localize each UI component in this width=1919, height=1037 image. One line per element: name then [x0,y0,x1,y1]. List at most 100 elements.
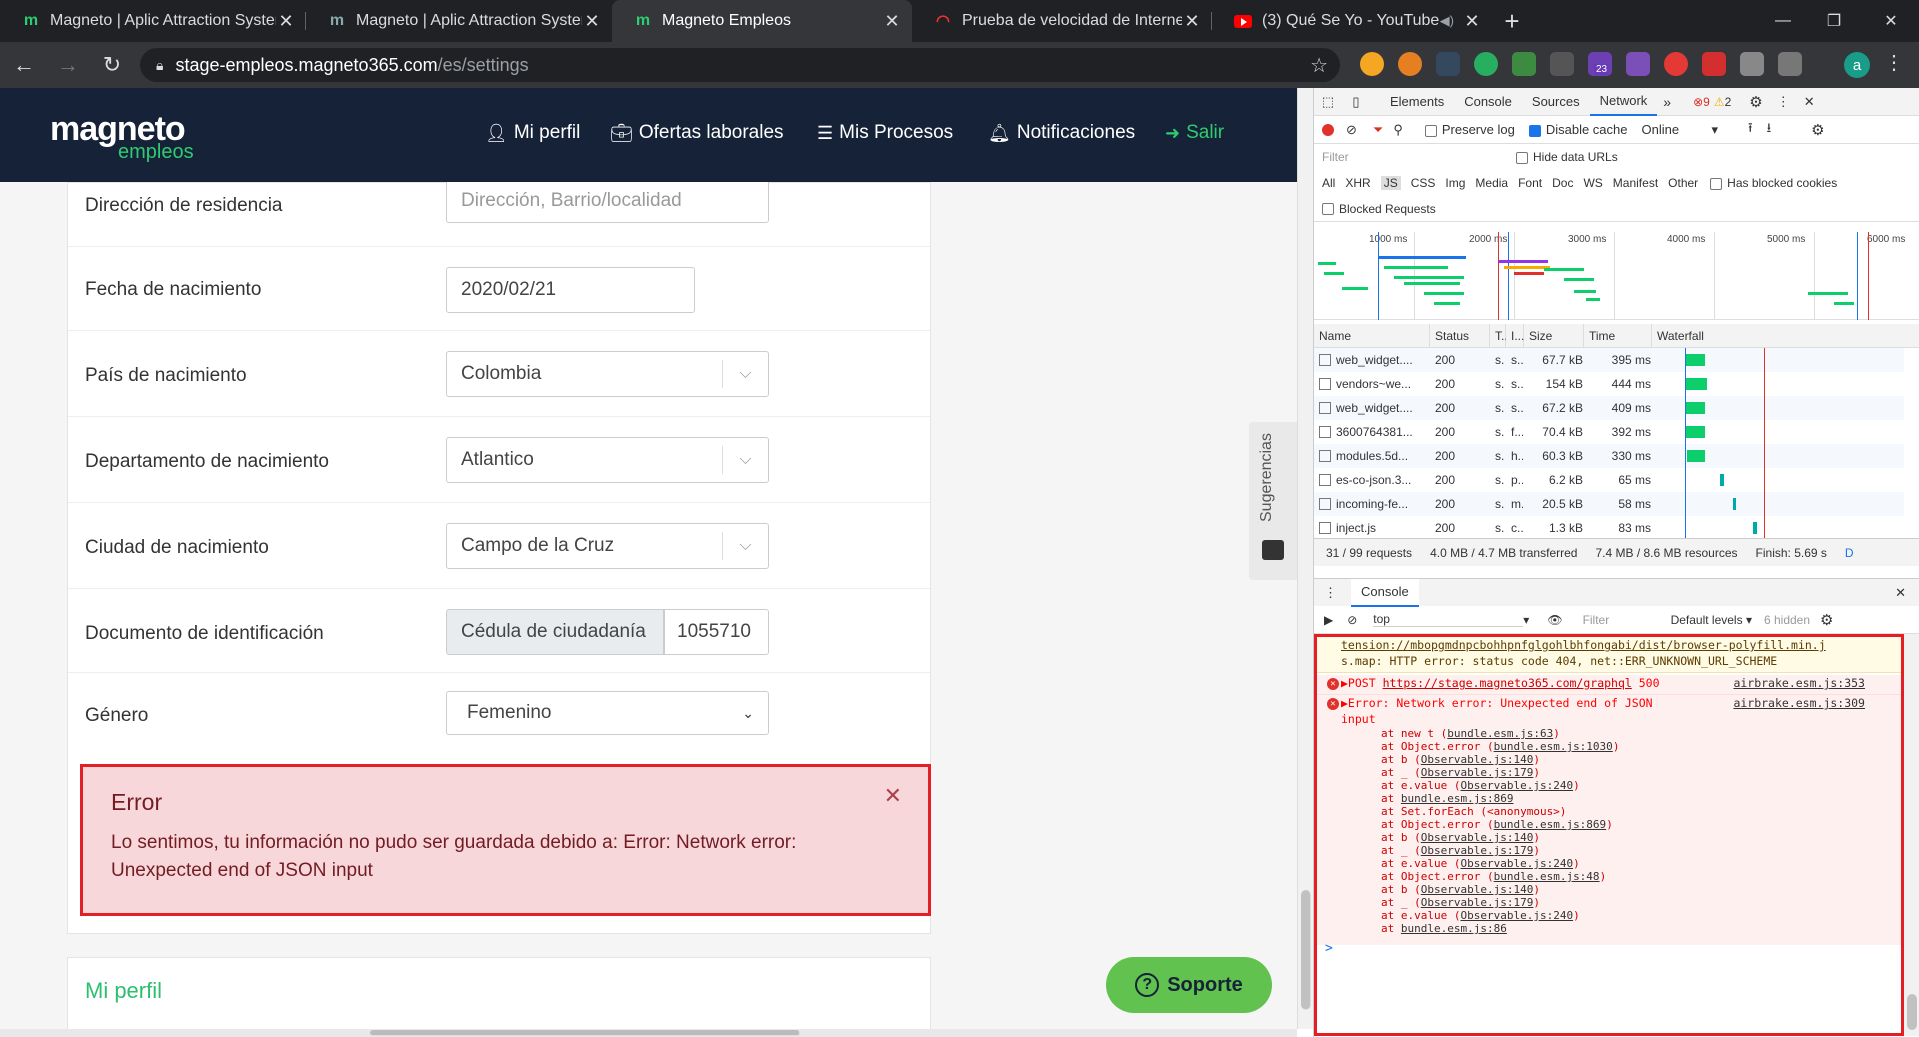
frame-source-link[interactable]: bundle.esm.js:869 [1494,818,1607,831]
frame-source-link[interactable]: bundle.esm.js:869 [1401,792,1514,805]
download-icon[interactable]: ⭳ [1767,119,1772,141]
frame-source-link[interactable]: Observable.js:140 [1421,883,1534,896]
frame-source-link[interactable]: Observable.js:140 [1421,831,1534,844]
chevron-down-icon[interactable]: ⌵ [722,446,768,474]
frame-source-link[interactable]: Observable.js:240 [1460,779,1573,792]
extensions-puzzle-icon[interactable] [1740,52,1764,76]
column-header-initiator[interactable]: I... [1506,324,1524,348]
type-filter-css[interactable]: CSS [1411,176,1436,190]
tab-console[interactable]: Console [1454,88,1522,116]
extension-icon[interactable] [1550,52,1574,76]
frame-source-link[interactable]: bundle.esm.js:86 [1401,922,1507,935]
drawer-menu-icon[interactable]: ⋮ [1324,585,1337,601]
frame-source-link[interactable]: bundle.esm.js:1030 [1494,740,1613,753]
close-icon[interactable]: ✕ [884,783,902,809]
type-filter-other[interactable]: Other [1668,176,1698,190]
frame-source-link[interactable]: bundle.esm.js:48 [1494,870,1600,883]
close-drawer-icon[interactable]: ✕ [1895,585,1906,601]
request-row[interactable]: es-co-json.3... 200 s. p... 6.2 kB 65 ms [1314,468,1904,492]
chevron-down-icon[interactable]: ▾ [1711,122,1718,138]
address-bar[interactable]: 🔒︎ stage-empleos.magneto365.com/es/setti… [140,48,1340,82]
column-header-type[interactable]: T.. [1490,324,1508,348]
document-type-field[interactable]: Cédula de ciudadanía [446,609,664,655]
profile-avatar[interactable]: a [1844,52,1870,78]
checkbox[interactable] [1322,203,1334,216]
checkbox[interactable] [1424,124,1437,137]
birth-city-select[interactable]: Campo de la Cruz ⌵ [446,523,769,569]
console-settings-icon[interactable]: ⚙ [1820,611,1833,629]
support-button[interactable]: ? Soporte [1106,957,1272,1013]
blocked-requests-toggle[interactable]: Blocked Requests [1322,202,1436,216]
nav-notificaciones[interactable]: 🔔︎ Notificaciones [988,122,1135,144]
request-row[interactable]: web_widget.... 200 s. s... 67.7 kB 395 ms [1314,348,1904,372]
type-filter-media[interactable]: Media [1475,176,1508,190]
media-control-icon[interactable] [1778,52,1802,76]
nav-salir[interactable]: ➜ Salir [1165,122,1224,144]
tab-sources[interactable]: Sources [1522,88,1590,116]
column-header-name[interactable]: Name [1314,324,1430,348]
frame-source-link[interactable]: Observable.js:179 [1421,844,1534,857]
extension-icon[interactable] [1398,52,1422,76]
network-overview-timeline[interactable]: 1000 ms 2000 ms 3000 ms 4000 ms 5000 ms … [1314,232,1919,320]
type-filter-ws[interactable]: WS [1583,176,1602,190]
record-icon[interactable] [1322,123,1334,136]
scrollbar-thumb[interactable] [1907,994,1917,1030]
error-count-badge[interactable]: ⊗9 [1693,95,1710,109]
close-window-icon[interactable]: ✕ [1863,0,1919,42]
network-settings-icon[interactable]: ⚙ [1811,121,1824,139]
throttle-select[interactable]: Online [1641,122,1711,137]
log-levels-select[interactable]: Default levels ▾ [1671,613,1752,627]
chevron-down-icon[interactable]: ⌵ [722,532,768,560]
magneto-logo[interactable]: magneto empleos [50,112,194,162]
post-method[interactable]: ▶POST [1341,676,1376,690]
clear-icon[interactable]: ⊘ [1346,122,1357,138]
extension-icon[interactable] [1360,52,1384,76]
type-filter-manifest[interactable]: Manifest [1613,176,1658,190]
birthdate-input[interactable]: 2020/02/21 [446,267,695,313]
source-link[interactable]: airbrake.esm.js:309 [1733,695,1865,711]
birth-country-select[interactable]: Colombia ⌵ [446,351,769,397]
frame-source-link[interactable]: Observable.js:240 [1460,857,1573,870]
upload-icon[interactable]: ⭱ [1748,119,1753,141]
column-header-status[interactable]: Status [1430,324,1490,348]
source-link[interactable]: airbrake.esm.js:353 [1733,675,1865,691]
column-header-size[interactable]: Size [1524,324,1584,348]
close-tab-icon[interactable]: ✕ [276,11,296,32]
minimize-icon[interactable]: — [1755,0,1811,42]
chevron-down-icon[interactable]: ▾ [1523,613,1529,627]
bookmark-star-icon[interactable]: ☆ [1310,53,1328,78]
reload-icon[interactable]: ↻ [92,45,132,85]
request-row[interactable]: incoming-fe... 200 s. m... 20.5 kB 58 ms [1314,492,1904,516]
column-header-time[interactable]: Time [1584,324,1652,348]
type-filter-all[interactable]: All [1322,176,1335,190]
extension-icon[interactable]: 23 [1588,52,1612,76]
extension-icon[interactable] [1626,52,1650,76]
type-filter-doc[interactable]: Doc [1552,176,1573,190]
request-row[interactable]: 3600764381... 200 s. f... 70.4 kB 392 ms [1314,420,1904,444]
type-filter-font[interactable]: Font [1518,176,1542,190]
request-row[interactable]: inject.js 200 s. c... 1.3 kB 83 ms [1314,516,1904,540]
request-row[interactable]: web_widget.... 200 s. s... 67.2 kB 409 ms [1314,396,1904,420]
nav-mi-perfil[interactable]: 👤︎ Mi perfil [485,122,580,144]
gender-select[interactable]: Femenino ⌄ [446,691,769,735]
console-prompt[interactable]: > [1325,941,1885,956]
drawer-tab-console[interactable]: Console [1351,578,1419,607]
frame-source-link[interactable]: Observable.js:140 [1421,753,1534,766]
column-header-waterfall[interactable]: Waterfall [1652,324,1919,348]
browser-tab[interactable]: m Magneto | Aplic Attraction System ✕ [306,0,612,42]
extension-icon[interactable] [1474,52,1498,76]
filter-input[interactable]: Filter [1322,150,1502,164]
type-filter-xhr[interactable]: XHR [1345,176,1370,190]
close-tab-icon[interactable]: ✕ [582,11,602,32]
tab-elements[interactable]: Elements [1380,88,1454,116]
address-input[interactable]: Dirección, Barrio/localidad [446,182,769,223]
nav-mis-procesos[interactable]: ☰ Mis Procesos [817,122,953,144]
has-blocked-cookies-toggle[interactable]: Has blocked cookies [1710,176,1837,190]
back-icon[interactable]: ← [4,45,44,85]
post-url[interactable]: https://stage.magneto365.com/graphql [1383,676,1632,690]
browser-tab[interactable]: ◠ Prueba de velocidad de Internet | Fast… [912,0,1212,42]
more-tabs-icon[interactable]: » [1663,94,1671,110]
frame-source-link[interactable]: Observable.js:179 [1421,766,1534,779]
browser-tab[interactable]: m Magneto | Aplic Attraction System ✕ [0,0,306,42]
settings-gear-icon[interactable]: ⚙ [1749,93,1762,111]
